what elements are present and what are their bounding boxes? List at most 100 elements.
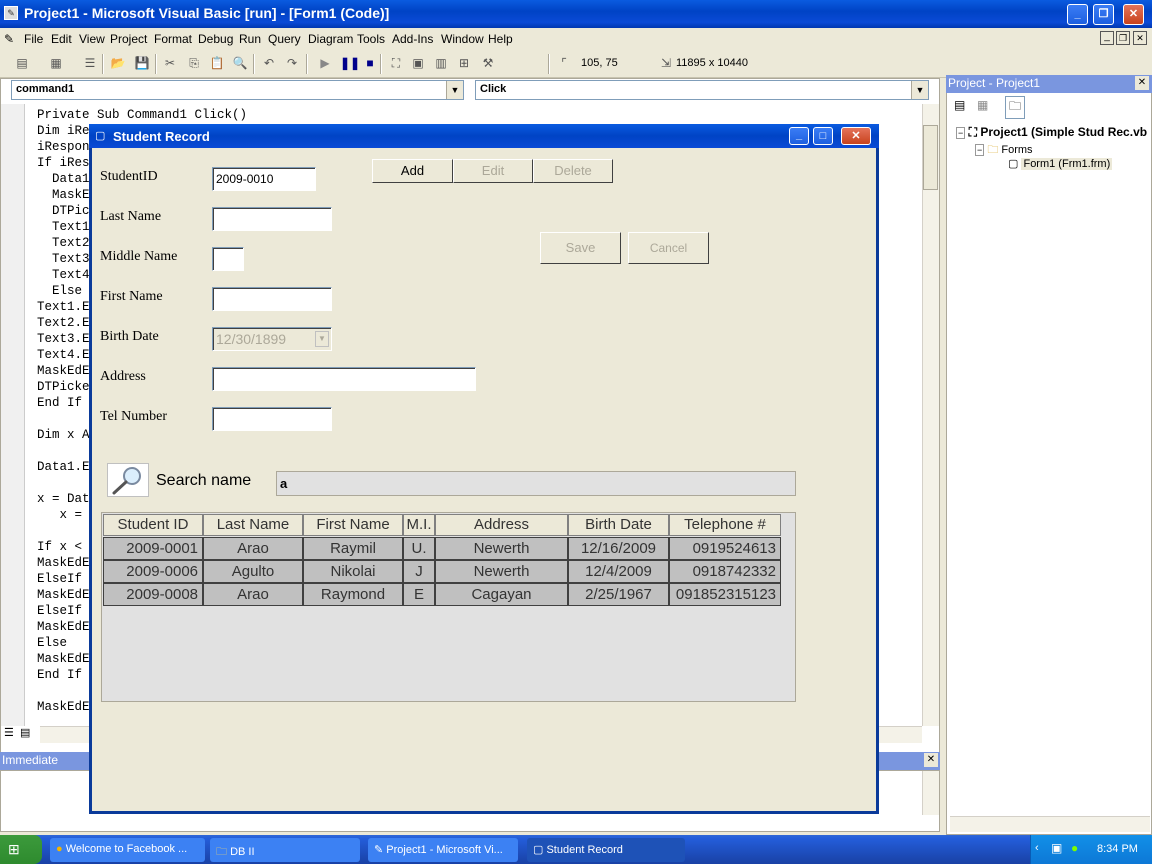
paste-icon[interactable]: 📋 (209, 55, 225, 71)
view-code-icon[interactable]: ▤ (954, 98, 965, 112)
grid-cell[interactable]: 2009-0001 (103, 537, 203, 560)
menu-debug[interactable]: Debug (198, 32, 233, 46)
restore-button[interactable]: ❐ (1093, 4, 1114, 25)
form-minimize-button[interactable]: _ (789, 127, 809, 145)
menu-file[interactable]: File (24, 32, 43, 46)
student-id-field[interactable]: 2009-0010 (212, 167, 316, 191)
grid-column-header[interactable]: Telephone # (669, 514, 781, 536)
last-name-field[interactable] (212, 207, 332, 231)
grid-cell[interactable]: Arao (203, 583, 303, 606)
grid-cell[interactable]: Agulto (203, 560, 303, 583)
scroll-thumb[interactable] (923, 125, 938, 190)
mdi-restore-button[interactable]: ❐ (1116, 31, 1130, 45)
properties-window-icon[interactable]: ▣ (410, 55, 426, 71)
redo-icon[interactable]: ↷ (284, 55, 300, 71)
grid-cell[interactable]: 0919524613 (669, 537, 781, 560)
address-field[interactable] (212, 367, 476, 391)
grid-cell[interactable]: 091852315123 (669, 583, 781, 606)
taskbar-vb-project[interactable]: ✎ Project1 - Microsoft Vi... (368, 838, 518, 862)
close-icon[interactable]: ✕ (924, 753, 938, 767)
grid-cell[interactable]: 0918742332 (669, 560, 781, 583)
grid-cell[interactable]: 2009-0006 (103, 560, 203, 583)
network-icon[interactable]: ▣ (1051, 841, 1062, 855)
start-icon[interactable]: ▶ (317, 55, 333, 71)
toggle-folders-icon[interactable]: 🗀 (1005, 96, 1026, 119)
save-button[interactable]: Save (540, 232, 621, 264)
tel-number-field[interactable] (212, 407, 332, 431)
taskbar-student-record[interactable]: ▢ Student Record (527, 838, 685, 862)
mdi-close-button[interactable]: ✕ (1133, 31, 1147, 45)
break-icon[interactable]: ❚❚ (340, 55, 360, 71)
add-button[interactable]: Add (372, 159, 453, 183)
form-layout-icon[interactable]: ▥ (433, 55, 449, 71)
form-title-bar[interactable]: ▢ Student Record _ □ ✕ (89, 124, 879, 148)
grid-column-header[interactable]: Address (435, 514, 568, 536)
grid-cell[interactable]: Raymond (303, 583, 403, 606)
grid-cell[interactable]: 12/4/2009 (568, 560, 669, 583)
copy-icon[interactable]: ⎘ (186, 55, 202, 71)
grid-cell[interactable]: E (403, 583, 435, 606)
taskbar-db-ii[interactable]: 🗀 DB II (210, 838, 360, 862)
code-vertical-scrollbar[interactable] (922, 104, 939, 726)
chevron-down-icon[interactable]: ▼ (911, 81, 928, 99)
menu-format[interactable]: Format (154, 32, 192, 46)
edit-button[interactable]: Edit (453, 159, 533, 183)
add-project-icon[interactable]: ▤ (14, 55, 30, 71)
project-explorer-icon[interactable]: ⛶ (388, 55, 404, 71)
close-icon[interactable]: ✕ (1135, 76, 1149, 90)
birth-date-picker[interactable]: 12/30/1899 ▼ (212, 327, 332, 351)
add-form-icon[interactable]: ▦ (48, 55, 64, 71)
grid-cell[interactable]: Newerth (435, 537, 568, 560)
menu-help[interactable]: Help (488, 32, 513, 46)
grid-column-header[interactable]: Birth Date (568, 514, 669, 536)
grid-cell[interactable]: 2/25/1967 (568, 583, 669, 606)
menu-run[interactable]: Run (239, 32, 261, 46)
grid-cell[interactable]: Arao (203, 537, 303, 560)
taskbar-facebook[interactable]: ● Welcome to Facebook ... (50, 838, 205, 862)
window-title-bar[interactable]: ✎ Project1 - Microsoft Visual Basic [run… (0, 0, 1152, 28)
procedure-combo[interactable]: Click ▼ (475, 80, 929, 100)
search-input[interactable]: a (276, 471, 796, 496)
find-icon[interactable]: 🔍 (232, 55, 248, 71)
procedure-view-icon[interactable]: ☰ (4, 726, 14, 739)
undo-icon[interactable]: ↶ (261, 55, 277, 71)
chevron-down-icon[interactable]: ▼ (446, 81, 463, 99)
grid-cell[interactable]: U. (403, 537, 435, 560)
middle-name-field[interactable] (212, 247, 244, 271)
menu-query[interactable]: Query (268, 32, 301, 46)
grid-cell[interactable]: J (403, 560, 435, 583)
cut-icon[interactable]: ✂ (162, 55, 178, 71)
collapse-icon[interactable]: − (956, 127, 966, 139)
menu-editor-icon[interactable]: ☰ (82, 55, 98, 71)
menu-window[interactable]: Window (441, 32, 484, 46)
project-explorer-title-bar[interactable]: Project - Project1 ✕ (946, 75, 1152, 93)
form-close-button[interactable]: ✕ (841, 127, 871, 145)
status-icon[interactable]: ● (1071, 841, 1078, 855)
project-horizontal-scrollbar[interactable] (950, 816, 1150, 832)
chevron-left-icon[interactable]: ‹ (1035, 842, 1039, 854)
grid-column-header[interactable]: First Name (303, 514, 403, 536)
grid-cell[interactable]: Cagayan (435, 583, 568, 606)
project-tree-root[interactable]: − ⛶ Project1 (Simple Stud Rec.vb (956, 125, 1152, 140)
object-combo[interactable]: command1 ▼ (11, 80, 464, 100)
close-button[interactable]: ✕ (1123, 4, 1144, 25)
menu-tools[interactable]: Tools (357, 32, 385, 46)
delete-button[interactable]: Delete (533, 159, 613, 183)
menu-project[interactable]: Project (110, 32, 147, 46)
grid-cell[interactable]: Newerth (435, 560, 568, 583)
chevron-down-icon[interactable]: ▼ (315, 331, 329, 347)
grid-column-header[interactable]: Last Name (203, 514, 303, 536)
start-button[interactable]: ⊞ (0, 835, 42, 864)
object-browser-icon[interactable]: ⊞ (456, 55, 472, 71)
grid-column-header[interactable]: Student ID (103, 514, 203, 536)
form-maximize-button[interactable]: □ (813, 127, 833, 145)
minimize-button[interactable]: _ (1067, 4, 1088, 25)
menu-edit[interactable]: Edit (51, 32, 72, 46)
immediate-scrollbar[interactable] (922, 771, 939, 815)
end-icon[interactable]: ■ (362, 55, 378, 71)
save-icon[interactable]: 💾 (134, 55, 150, 71)
toolbox-icon[interactable]: ⚒ (480, 55, 496, 71)
grid-column-header[interactable]: M.I. (403, 514, 435, 536)
collapse-icon[interactable]: − (975, 144, 985, 156)
project-tree-file[interactable]: ▢ Form1 (Frm1.frm) (1008, 157, 1113, 170)
